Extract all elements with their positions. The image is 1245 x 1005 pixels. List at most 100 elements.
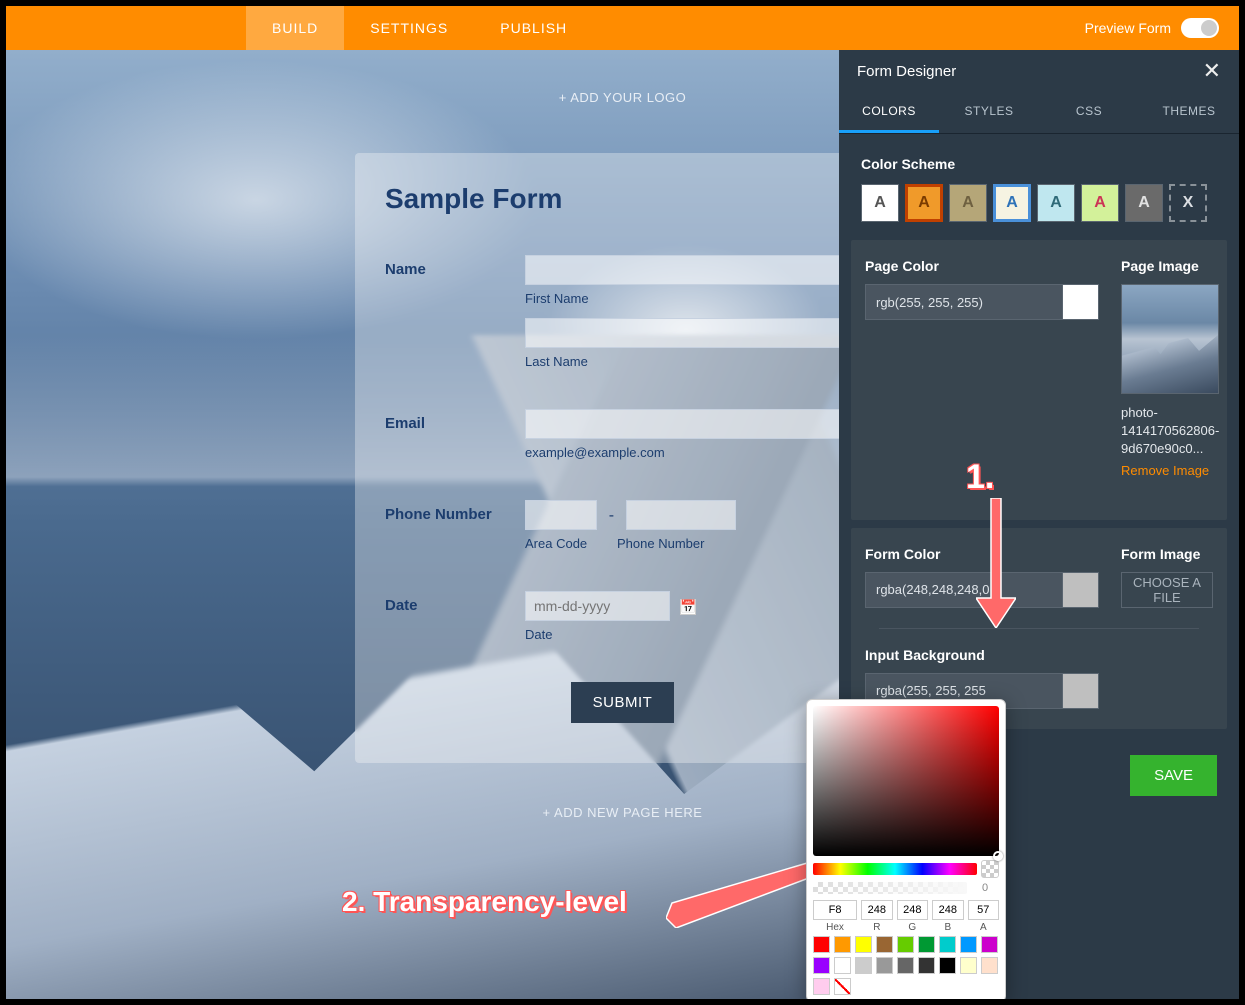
color-scheme-label: Color Scheme <box>861 156 1217 172</box>
preset-swatch-12[interactable] <box>876 957 893 974</box>
page-image-thumbnail[interactable] <box>1121 284 1219 394</box>
email-label: Email <box>385 409 525 472</box>
hue-slider[interactable] <box>813 863 977 875</box>
preset-swatch-14[interactable] <box>918 957 935 974</box>
preset-swatch-17[interactable] <box>981 957 998 974</box>
first-name-input[interactable] <box>525 255 860 285</box>
date-label: Date <box>385 591 525 654</box>
tab-publish[interactable]: PUBLISH <box>474 6 593 50</box>
preset-swatch-9[interactable] <box>813 957 830 974</box>
color-scheme-swatch-7[interactable]: X <box>1169 184 1207 222</box>
choose-file-button[interactable]: CHOOSE A FILE <box>1121 572 1213 608</box>
preset-swatch-10[interactable] <box>834 957 851 974</box>
picker-handle[interactable] <box>993 851 1003 861</box>
form-color-input[interactable] <box>865 572 1063 608</box>
last-name-input[interactable] <box>525 318 860 348</box>
save-button[interactable]: SAVE <box>1130 755 1217 796</box>
date-sublabel: Date <box>525 627 860 642</box>
color-scheme-swatch-3[interactable]: A <box>993 184 1031 222</box>
preset-swatch-0[interactable] <box>813 936 830 953</box>
tab-build[interactable]: BUILD <box>246 6 344 50</box>
hex-input[interactable] <box>813 900 857 920</box>
color-scheme-swatch-0[interactable]: A <box>861 184 899 222</box>
form-image-label: Form Image <box>1121 546 1213 562</box>
color-scheme-swatches: AAAAAAAX <box>861 184 1217 222</box>
color-scheme-swatch-4[interactable]: A <box>1037 184 1075 222</box>
email-sublabel: example@example.com <box>525 445 860 460</box>
page-color-chip[interactable] <box>1063 284 1099 320</box>
field-email: Email example@example.com <box>385 409 860 472</box>
designer-tab-css[interactable]: CSS <box>1039 92 1139 133</box>
preset-swatch-6[interactable] <box>939 936 956 953</box>
calendar-icon[interactable]: 📅 <box>680 599 696 615</box>
phone-dash: - <box>601 507 621 525</box>
r-label: R <box>861 922 892 933</box>
field-date: Date 📅 Date <box>385 591 860 654</box>
preset-swatch-19[interactable] <box>834 978 851 995</box>
preset-swatch-3[interactable] <box>876 936 893 953</box>
color-scheme-swatch-5[interactable]: A <box>1081 184 1119 222</box>
area-code-sublabel: Area Code <box>525 536 617 551</box>
color-picker-popup: 0 Hex R G B A <box>806 699 1006 999</box>
preset-swatch-5[interactable] <box>918 936 935 953</box>
preset-swatch-16[interactable] <box>960 957 977 974</box>
preview-label: Preview Form <box>1085 20 1171 36</box>
first-name-sublabel: First Name <box>525 291 860 306</box>
area-code-input[interactable] <box>525 500 597 530</box>
form-color-chip[interactable] <box>1063 572 1099 608</box>
preset-swatch-18[interactable] <box>813 978 830 995</box>
page-image-filename: photo-1414170562806-9d670e90c0... <box>1121 404 1219 459</box>
preset-swatch-15[interactable] <box>939 957 956 974</box>
phone-number-sublabel: Phone Number <box>617 536 704 551</box>
color-scheme-swatch-2[interactable]: A <box>949 184 987 222</box>
form-card[interactable]: Sample Form Name First Name Last Name Em… <box>355 153 890 763</box>
page-image-label: Page Image <box>1121 258 1219 274</box>
alpha-value: 0 <box>971 882 999 894</box>
hex-label: Hex <box>813 922 857 933</box>
color-scheme-swatch-1[interactable]: A <box>905 184 943 222</box>
g-label: G <box>897 922 928 933</box>
b-input[interactable] <box>932 900 963 920</box>
a-label: A <box>968 922 999 933</box>
close-icon[interactable]: ✕ <box>1203 58 1221 84</box>
designer-title: Form Designer <box>857 63 956 80</box>
designer-tab-themes[interactable]: THEMES <box>1139 92 1239 133</box>
designer-tab-styles[interactable]: STYLES <box>939 92 1039 133</box>
picker-saturation-area[interactable] <box>813 706 999 856</box>
preset-swatch-13[interactable] <box>897 957 914 974</box>
arrow-1-icon <box>976 498 1016 633</box>
preset-swatch-4[interactable] <box>897 936 914 953</box>
phone-number-input[interactable] <box>626 500 736 530</box>
preset-swatch-8[interactable] <box>981 936 998 953</box>
last-name-sublabel: Last Name <box>525 354 860 369</box>
input-bg-chip[interactable] <box>1063 673 1099 709</box>
top-navbar: BUILD SETTINGS PUBLISH Preview Form <box>6 6 1239 50</box>
preset-swatch-1[interactable] <box>834 936 851 953</box>
name-label: Name <box>385 255 525 381</box>
input-bg-label: Input Background <box>865 647 1099 663</box>
date-input[interactable] <box>525 591 670 621</box>
r-input[interactable] <box>861 900 892 920</box>
preset-swatch-11[interactable] <box>855 957 872 974</box>
preview-form-toggle-wrap: Preview Form <box>1085 18 1219 38</box>
color-scheme-swatch-6[interactable]: A <box>1125 184 1163 222</box>
current-color-chip <box>981 860 999 878</box>
g-input[interactable] <box>897 900 928 920</box>
b-label: B <box>932 922 963 933</box>
submit-button[interactable]: SUBMIT <box>571 682 675 723</box>
preview-toggle[interactable] <box>1181 18 1219 38</box>
page-color-input[interactable] <box>865 284 1063 320</box>
email-input[interactable] <box>525 409 860 439</box>
field-name: Name First Name Last Name <box>385 255 860 381</box>
alpha-slider[interactable] <box>813 882 967 894</box>
designer-tab-colors[interactable]: COLORS <box>839 92 939 133</box>
field-phone: Phone Number - Area Code Phone Number <box>385 500 860 563</box>
preset-swatch-2[interactable] <box>855 936 872 953</box>
preset-swatch-7[interactable] <box>960 936 977 953</box>
a-input[interactable] <box>968 900 999 920</box>
form-title[interactable]: Sample Form <box>385 183 860 215</box>
preset-swatches <box>813 936 999 995</box>
tab-settings[interactable]: SETTINGS <box>344 6 474 50</box>
remove-image-link[interactable]: Remove Image <box>1121 463 1209 478</box>
page-color-label: Page Color <box>865 258 1099 274</box>
